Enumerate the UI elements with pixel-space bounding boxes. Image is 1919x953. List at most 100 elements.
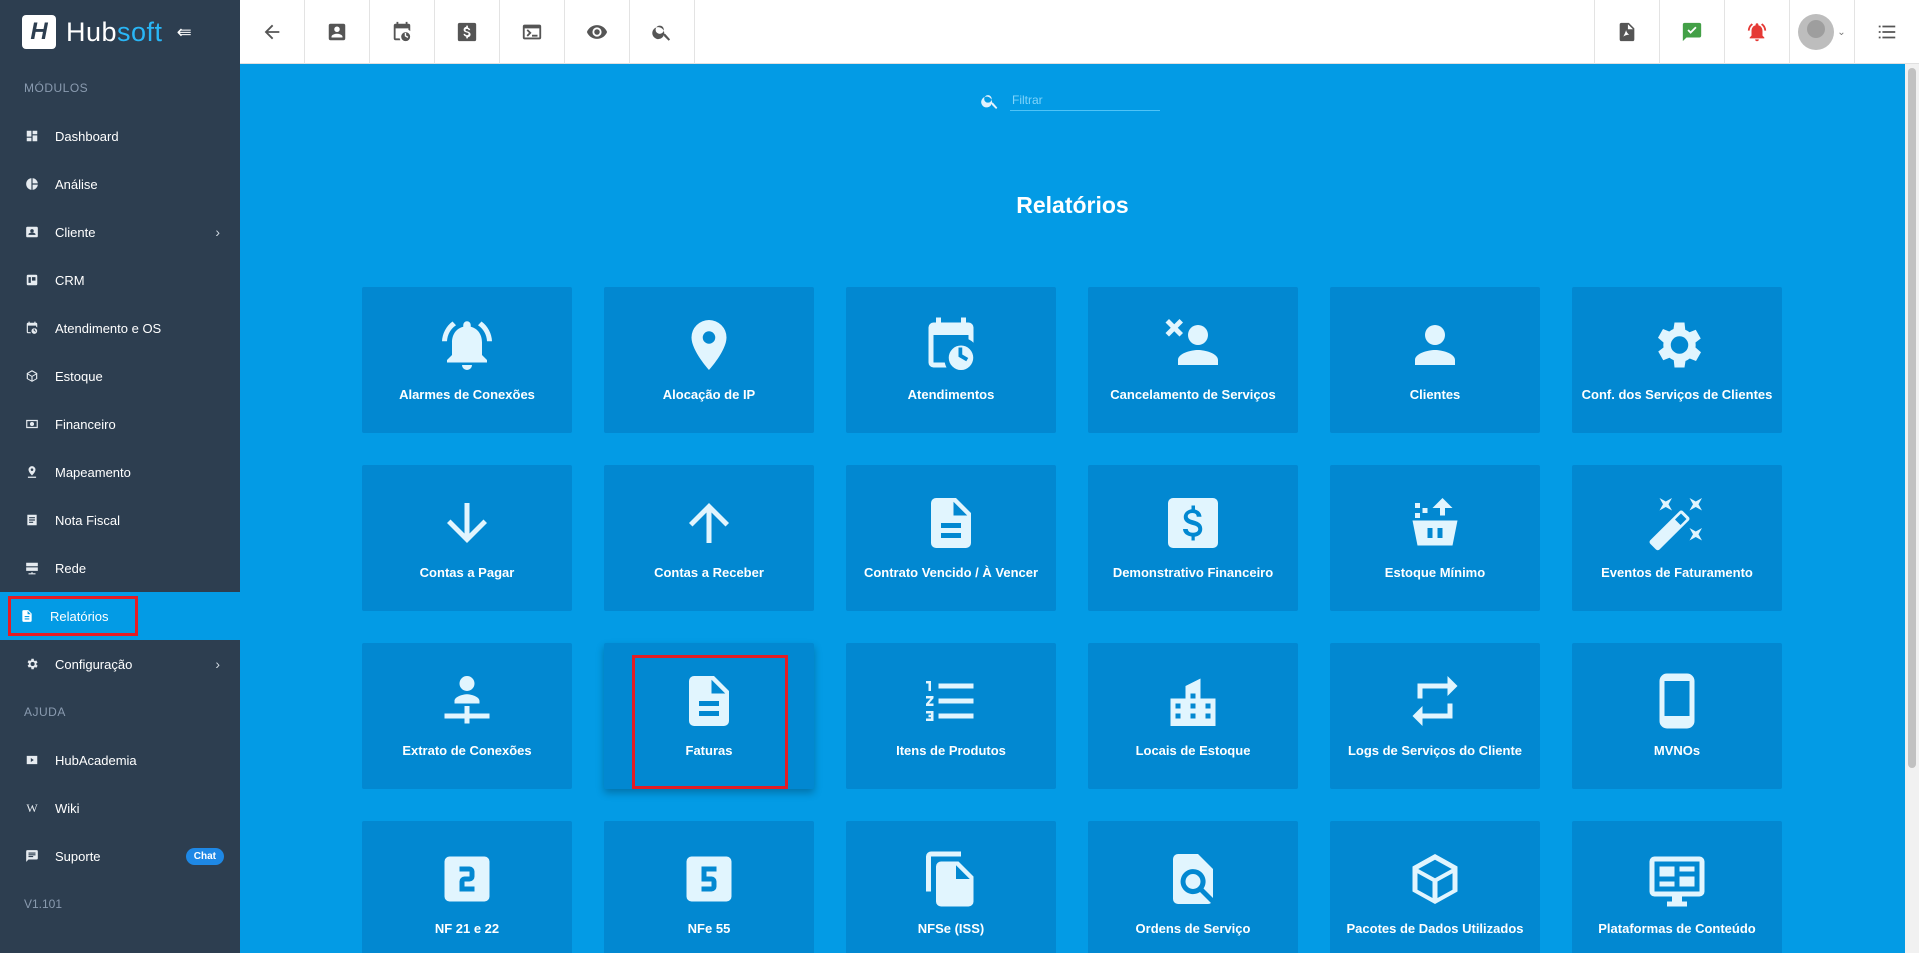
main-content: Relatórios Alarmes de Conexões Alocação … [240,64,1905,953]
sidebar-item-mapeamento[interactable]: Mapeamento [0,448,240,496]
sidebar-item-analise[interactable]: Análise [0,160,240,208]
report-tile-label: NFe 55 [687,921,731,936]
sidebar-item-relatorios[interactable]: Relatórios [0,592,240,640]
filter-input[interactable] [1010,90,1160,111]
package-icon [1412,854,1458,904]
number-2-box-icon [444,856,490,902]
report-tile-mvnos[interactable]: MVNOs [1572,643,1782,789]
report-tile-label: Logs de Serviços do Cliente [1347,743,1523,758]
report-tile-label: Faturas [685,743,733,758]
report-tile-logs-servicos[interactable]: Logs de Serviços do Cliente [1330,643,1540,789]
back-button[interactable] [240,0,305,64]
scrollbar-thumb[interactable] [1908,68,1916,768]
sidebar-item-estoque[interactable]: Estoque [0,352,240,400]
sidebar-item-financeiro[interactable]: Financeiro [0,400,240,448]
menu-list-button[interactable] [1854,0,1919,64]
report-tile-label: Estoque Mínimo [1384,565,1486,580]
report-tile-nfse-iss[interactable]: NFSe (ISS) [846,821,1056,953]
report-tile-label: Clientes [1409,387,1461,402]
report-tile-alocacao-ip[interactable]: Alocação de IP [604,287,814,433]
report-tile-label: Cancelamento de Serviços [1110,387,1276,402]
sidebar-item-rede[interactable]: Rede [0,544,240,592]
document-icon [689,676,729,726]
report-tile-locais-estoque[interactable]: Locais de Estoque [1088,643,1298,789]
report-tile-itens-produtos[interactable]: Itens de Produtos [846,643,1056,789]
report-tile-nf-21-22[interactable]: NF 21 e 22 [362,821,572,953]
report-tile-extrato-conexoes[interactable]: Extrato de Conexões [362,643,572,789]
terminal-button[interactable] [500,0,565,64]
report-tile-label: Atendimentos [907,387,995,402]
search-button[interactable] [630,0,695,64]
report-tile-pacotes-dados[interactable]: Pacotes de Dados Utilizados [1330,821,1540,953]
report-tile-estoque-minimo[interactable]: Estoque Mínimo [1330,465,1540,611]
document-icon [931,498,971,548]
repeat-icon [1412,676,1458,726]
report-tile-faturas[interactable]: Faturas [604,643,814,789]
alerts-button[interactable] [1724,0,1789,64]
network-user-icon [444,676,490,724]
report-tile-label: Eventos de Faturamento [1601,565,1753,580]
report-tile-eventos-faturamento[interactable]: Eventos de Faturamento [1572,465,1782,611]
report-tile-contrato-vencido[interactable]: Contrato Vencido / À Vencer [846,465,1056,611]
search-icon [652,25,671,41]
reports-grid: Alarmes de Conexões Alocação de IP Atend… [362,287,1782,953]
report-tile-cancelamento-servicos[interactable]: Cancelamento de Serviços [1088,287,1298,433]
messages-button[interactable] [1659,0,1724,64]
sidebar-item-configuracao[interactable]: Configuração › [0,640,240,688]
chat-badge[interactable]: Chat [185,847,224,865]
sidebar-item-label: Análise [55,176,98,192]
search-icon [981,94,998,109]
sidebar-item-suporte[interactable]: Suporte Chat [0,832,240,880]
report-tile-plataformas-conteudo[interactable]: Plataformas de Conteúdo [1572,821,1782,953]
contact-card-icon [328,23,346,41]
help-section-label: AJUDA [24,705,66,719]
person-icon [1415,325,1455,365]
report-tile-label: Ordens de Serviço [1135,921,1251,936]
sidebar-item-label: Financeiro [55,416,116,432]
report-tile-label: Contrato Vencido / À Vencer [863,565,1039,580]
chat-check-icon [1682,22,1702,42]
report-tile-label: Plataformas de Conteúdo [1598,921,1756,936]
collapse-sidebar-icon[interactable]: ⇚ [177,22,192,43]
sidebar-item-cliente[interactable]: Cliente › [0,208,240,256]
relatorios-highlight-box: Relatórios [8,596,138,636]
report-tile-atendimentos[interactable]: Atendimentos [846,287,1056,433]
sidebar-item-dashboard[interactable]: Dashboard [0,112,240,160]
view-button[interactable] [565,0,630,64]
finance-button[interactable] [435,0,500,64]
hubsoft-logo-icon[interactable]: H [22,15,56,49]
report-tile-alarmes-conexoes[interactable]: Alarmes de Conexões [362,287,572,433]
arrow-up-icon [689,503,729,543]
sidebar-item-nota-fiscal[interactable]: Nota Fiscal [0,496,240,544]
report-tile-contas-receber[interactable]: Contas a Receber [604,465,814,611]
schedule-button[interactable] [370,0,435,64]
report-tile-demonstrativo-financeiro[interactable]: Demonstrativo Financeiro [1088,465,1298,611]
report-tile-contas-pagar[interactable]: Contas a Pagar [362,465,572,611]
report-tile-nfe-55[interactable]: NFe 55 [604,821,814,953]
sidebar-item-label: Dashboard [55,128,119,144]
eye-icon [586,25,608,39]
page-scrollbar[interactable] [1905,64,1919,953]
arrow-left-icon [264,24,280,40]
report-tile-label: Alocação de IP [662,387,756,402]
report-tile-ordens-servico[interactable]: Ordens de Serviço [1088,821,1298,953]
monitor-dashboard-icon [1649,856,1705,907]
report-tile-conf-servicos-clientes[interactable]: Conf. dos Serviços de Clientes [1572,287,1782,433]
report-tile-clientes[interactable]: Clientes [1330,287,1540,433]
pdf-button[interactable] [1594,0,1659,64]
filter-bar [980,90,1160,111]
number-5-box-icon [686,856,732,902]
user-menu-button[interactable]: ⌄ [1789,0,1854,64]
report-tile-label: Extrato de Conexões [402,743,532,758]
sidebar-item-atendimento[interactable]: Atendimento e OS [0,304,240,352]
clients-button[interactable] [305,0,370,64]
bell-alert-icon [1747,23,1767,42]
numbered-list-icon [926,681,974,721]
brand: H Hubsoft ⇚ [0,0,240,64]
top-toolbar: ⌄ [240,0,1919,64]
sidebar-item-hubacademia[interactable]: HubAcademia [0,736,240,784]
sidebar-item-crm[interactable]: CRM [0,256,240,304]
dollar-icon [457,22,477,42]
sidebar-item-wiki[interactable]: W Wiki [0,784,240,832]
terminal-icon [522,24,542,40]
